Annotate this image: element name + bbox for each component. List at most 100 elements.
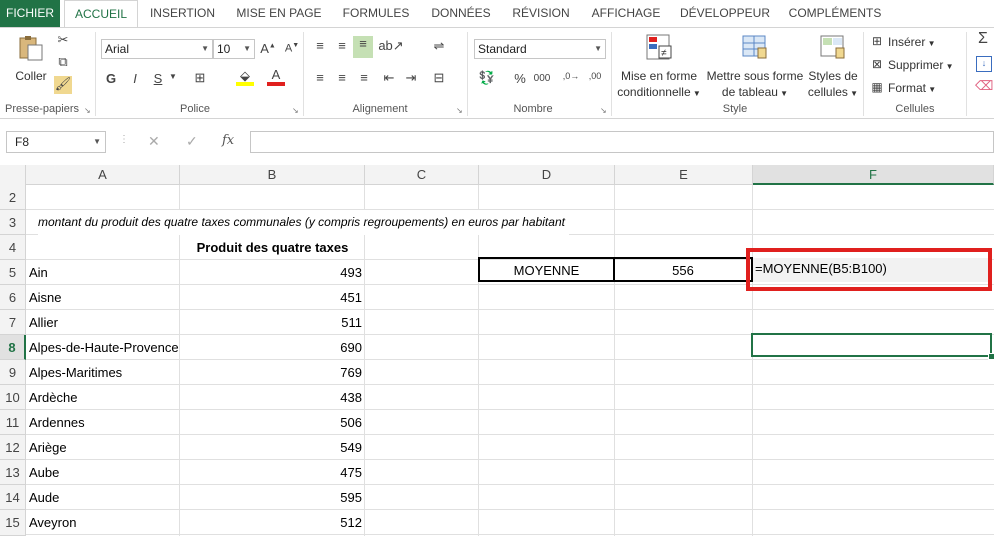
delete-cells-button[interactable]: Supprimer ▼ xyxy=(888,57,954,75)
cell-a6[interactable]: Aisne xyxy=(29,285,62,310)
row-header-12[interactable]: 12 xyxy=(0,435,26,460)
increase-indent-icon[interactable]: ⇥ xyxy=(402,70,420,86)
paste-button[interactable]: Coller xyxy=(8,68,54,84)
row-header-5[interactable]: 5 xyxy=(0,260,26,285)
fill-handle[interactable] xyxy=(988,353,994,360)
underline-button[interactable]: S xyxy=(151,71,165,86)
column-header-f[interactable]: F xyxy=(753,165,994,185)
align-right-icon[interactable]: ≡ xyxy=(355,70,373,85)
column-header-d[interactable]: D xyxy=(479,165,615,185)
cell-a7[interactable]: Allier xyxy=(29,310,58,335)
cell-a12[interactable]: Ariège xyxy=(29,435,67,460)
alignement-launcher-icon[interactable]: ↘ xyxy=(456,106,463,115)
insert-cells-button[interactable]: Insérer ▼ xyxy=(888,34,936,52)
shrink-font-icon[interactable]: A▼ xyxy=(284,42,300,55)
cell-a15[interactable]: Aveyron xyxy=(29,510,76,535)
cell-b13[interactable]: 475 xyxy=(180,460,362,485)
tab-mise-en-page[interactable]: MISE EN PAGE xyxy=(232,0,326,27)
tab-developpeur[interactable]: DÉVELOPPEUR xyxy=(677,0,773,27)
cell-b5[interactable]: 493 xyxy=(180,260,362,285)
cell-a13[interactable]: Aube xyxy=(29,460,59,485)
paste-icon[interactable] xyxy=(16,34,46,62)
conditional-formatting-button[interactable]: Mise en forme conditionnelle ▼ xyxy=(613,68,705,102)
column-header-e[interactable]: E xyxy=(615,165,753,185)
format-as-table-icon[interactable] xyxy=(740,32,770,62)
cell-a14[interactable]: Aude xyxy=(29,485,59,510)
enter-icon[interactable]: ✓ xyxy=(186,133,198,150)
cancel-icon[interactable]: ✕ xyxy=(148,133,160,150)
cell-b10[interactable]: 438 xyxy=(180,385,362,410)
cell-b14[interactable]: 595 xyxy=(180,485,362,510)
formula-input[interactable] xyxy=(250,131,994,153)
align-center-icon[interactable]: ≡ xyxy=(333,70,351,85)
cell-styles-button[interactable]: Styles de cellules ▼ xyxy=(804,68,862,102)
insert-function-button[interactable]: fx xyxy=(222,133,234,148)
cell-styles-icon[interactable] xyxy=(818,32,848,62)
delete-cells-icon[interactable]: ⊠ xyxy=(869,57,885,71)
align-left-icon[interactable]: ≡ xyxy=(311,70,329,85)
row-header-11[interactable]: 11 xyxy=(0,410,26,435)
bold-button[interactable]: G xyxy=(104,71,118,86)
cell-b8[interactable]: 690 xyxy=(180,335,362,360)
police-launcher-icon[interactable]: ↘ xyxy=(292,106,299,115)
autosum-icon[interactable]: Σ xyxy=(974,30,992,48)
number-format-select[interactable]: Standard ▼ xyxy=(474,39,606,59)
chevron-down-icon[interactable]: ▼ xyxy=(168,72,178,81)
currency-icon[interactable]: 💱 xyxy=(476,70,498,86)
thousands-button[interactable]: 000 xyxy=(532,73,552,84)
cell-b9[interactable]: 769 xyxy=(180,360,362,385)
clear-icon[interactable]: ⌫ xyxy=(975,78,993,94)
conditional-formatting-icon[interactable]: ≠ xyxy=(644,32,674,62)
tab-donnees[interactable]: DONNÉES xyxy=(426,0,496,27)
name-box[interactable]: F8 ▼ xyxy=(6,131,106,153)
row-header-2[interactable]: 2 xyxy=(0,185,26,210)
fill-color-icon[interactable]: ⬙ xyxy=(236,68,254,86)
font-name-select[interactable]: Arial ▼ xyxy=(101,39,213,59)
decrease-decimal-icon[interactable]: ,00 xyxy=(586,71,604,81)
align-bottom-icon[interactable]: ≡ xyxy=(353,36,373,58)
cell-e5-moyenne-value[interactable]: 556 xyxy=(613,257,753,282)
cell-a9[interactable]: Alpes-Maritimes xyxy=(29,360,122,385)
presse-papiers-launcher-icon[interactable]: ↘ xyxy=(84,106,91,115)
merge-center-icon[interactable]: ⊟ xyxy=(430,70,448,86)
row-header-10[interactable]: 10 xyxy=(0,385,26,410)
decrease-indent-icon[interactable]: ⇤ xyxy=(380,70,398,86)
selected-cell-f8[interactable] xyxy=(751,333,992,357)
cell-b15[interactable]: 512 xyxy=(180,510,362,535)
tab-revision[interactable]: RÉVISION xyxy=(507,0,575,27)
row-header-6[interactable]: 6 xyxy=(0,285,26,310)
column-header-b[interactable]: B xyxy=(180,165,365,185)
fill-icon[interactable]: ↓ xyxy=(976,56,992,72)
row-header-13[interactable]: 13 xyxy=(0,460,26,485)
tab-fichier[interactable]: FICHIER xyxy=(0,0,60,27)
row-header-14[interactable]: 14 xyxy=(0,485,26,510)
select-all-corner[interactable] xyxy=(0,165,26,185)
italic-button[interactable]: I xyxy=(128,71,142,86)
tab-complements[interactable]: COMPLÉMENTS xyxy=(784,0,886,27)
grow-font-icon[interactable]: A▲ xyxy=(260,41,276,56)
column-header-a[interactable]: A xyxy=(26,165,180,185)
increase-decimal-icon[interactable]: ,0→ xyxy=(562,71,580,81)
cell-b6[interactable]: 451 xyxy=(180,285,362,310)
wrap-text-icon[interactable]: ⇌ xyxy=(430,38,448,54)
insert-cells-icon[interactable]: ⊞ xyxy=(869,34,885,48)
font-size-select[interactable]: 10 ▼ xyxy=(213,39,255,59)
tab-formules[interactable]: FORMULES xyxy=(337,0,415,27)
cell-a5[interactable]: Ain xyxy=(29,260,48,285)
cell-a11[interactable]: Ardennes xyxy=(29,410,85,435)
cell-b4-header[interactable]: Produit des quatre taxes xyxy=(180,235,365,260)
format-painter-icon[interactable]: 🖌 xyxy=(54,76,72,94)
format-cells-button[interactable]: Format ▼ xyxy=(888,80,936,98)
align-top-icon[interactable]: ≡ xyxy=(311,38,329,53)
row-header-7[interactable]: 7 xyxy=(0,310,26,335)
cell-a10[interactable]: Ardèche xyxy=(29,385,77,410)
row-header-4[interactable]: 4 xyxy=(0,235,26,260)
align-middle-icon[interactable]: ≡ xyxy=(333,38,351,53)
row-header-3[interactable]: 3 xyxy=(0,210,26,235)
cell-a8[interactable]: Alpes-de-Haute-Provence xyxy=(29,335,179,360)
column-header-c[interactable]: C xyxy=(365,165,479,185)
format-cells-icon[interactable]: ▦ xyxy=(869,80,885,94)
copy-icon[interactable]: ⧉ xyxy=(55,54,71,70)
cell-a3-note[interactable]: montant du produit des quatre taxes comm… xyxy=(38,210,569,235)
tab-insertion[interactable]: INSERTION xyxy=(145,0,220,27)
